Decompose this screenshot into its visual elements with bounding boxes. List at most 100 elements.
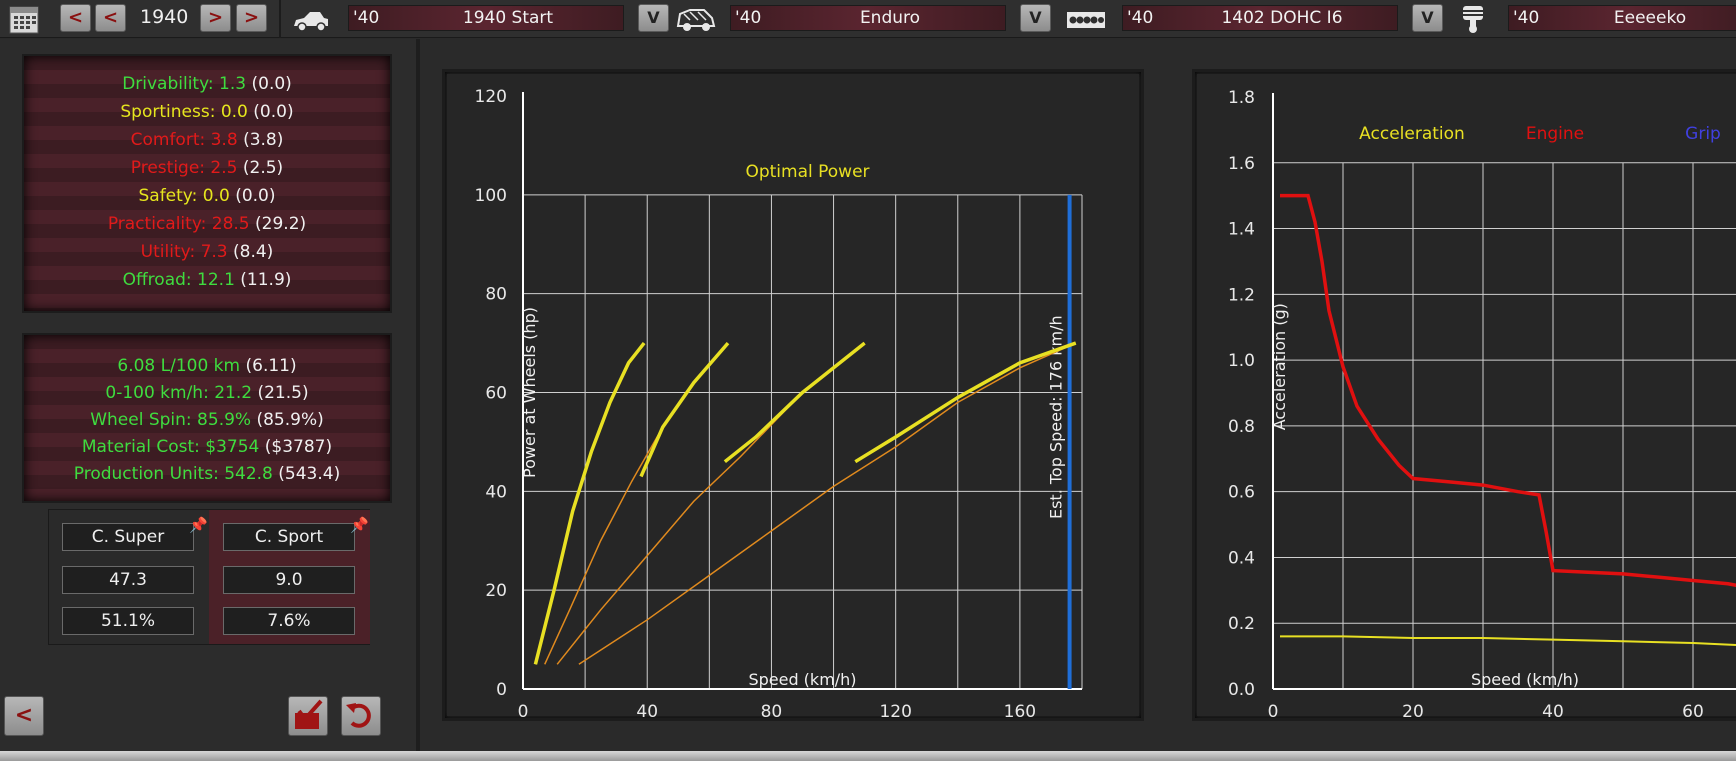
ratings-box: Drivability: 1.3 (0.0) Sportiness: 0.0 (0… xyxy=(22,54,392,313)
legend-entry: Grip xyxy=(1685,124,1721,144)
stat-value: Safety: 0.0 xyxy=(138,186,230,206)
x-tick-label: 160 xyxy=(1004,702,1036,718)
piston-icon xyxy=(1460,4,1486,34)
bottom-scroll-strip xyxy=(0,751,1736,761)
variant-selector[interactable]: '40 Eeeeeko xyxy=(1508,5,1736,31)
y-tick-label: 1.2 xyxy=(1228,285,1255,305)
y-tick-label: 1.6 xyxy=(1228,154,1255,174)
checkmark-clipboard-icon xyxy=(295,699,323,729)
pin-icon[interactable]: 📌 xyxy=(350,516,369,534)
variant-name: Eeeeeko xyxy=(1613,8,1687,28)
stat-base: (6.11) xyxy=(245,356,297,376)
stat-line: Offroad: 12.1 (11.9) xyxy=(24,269,390,291)
market-score-2: 9.0 xyxy=(223,566,355,594)
y-tick-label: 0.6 xyxy=(1228,483,1255,503)
stat-base: (8.4) xyxy=(233,242,274,262)
market-share-1: 51.1% xyxy=(62,607,194,635)
stat-line: Comfort: 3.8 (3.8) xyxy=(24,129,390,151)
y-tick-label: 0.0 xyxy=(1228,680,1255,700)
performance-box: 6.08 L/100 km (6.11) 0-100 km/h: 21.2 (21… xyxy=(22,333,392,503)
stat-line: Utility: 7.3 (8.4) xyxy=(24,241,390,263)
y-tick-label: 0.8 xyxy=(1228,417,1255,437)
undo-button[interactable] xyxy=(341,696,381,736)
calendar-icon[interactable] xyxy=(8,3,40,35)
x-tick-label: 80 xyxy=(761,702,783,718)
stat-base: (29.2) xyxy=(255,214,307,234)
trim-year: '40 xyxy=(735,8,762,28)
model-selector[interactable]: '40 1940 Start xyxy=(348,5,624,31)
stat-line: Safety: 0.0 (0.0) xyxy=(24,185,390,207)
chart-title: Optimal Power xyxy=(745,162,869,182)
x-tick-label: 120 xyxy=(879,702,911,718)
car-model-icon xyxy=(292,8,330,34)
stat-value: Prestige: 2.5 xyxy=(130,158,238,178)
engine-year: '40 xyxy=(1127,8,1154,28)
market-name-2: C. Sport xyxy=(223,523,355,551)
x-axis-label: Speed (km/h) xyxy=(1471,670,1579,689)
stat-base: (11.9) xyxy=(240,270,292,290)
y-tick-label: 20 xyxy=(485,581,507,601)
stat-line: 0-100 km/h: 21.2 (21.5) xyxy=(24,382,390,404)
x-tick-label: 40 xyxy=(636,702,658,718)
engine-dropdown-button[interactable]: V xyxy=(1412,4,1443,32)
pin-icon[interactable]: 📌 xyxy=(189,516,208,534)
year-prev-step-button[interactable]: < xyxy=(95,4,126,32)
y-axis-label: Acceleration (g) xyxy=(1270,303,1289,430)
year-display: 1940 xyxy=(140,6,189,28)
market-name-1: C. Super xyxy=(62,523,194,551)
stat-line: Sportiness: 0.0 (0.0) xyxy=(24,101,390,123)
acceleration-chart-panel: 0.0 0.2 0.4 0.6 0.8 1.0 1.2 1.4 1.6 1.8 0 20 40 60 Spe… xyxy=(1192,69,1736,722)
confirm-design-button[interactable] xyxy=(288,696,328,736)
stat-base: (3.8) xyxy=(243,130,284,150)
x-axis-label: Speed (km/h) xyxy=(748,670,856,689)
stat-line: Prestige: 2.5 (2.5) xyxy=(24,157,390,179)
market-share-2: 7.6% xyxy=(223,607,355,635)
market-demographics: C. Super 📌 47.3 51.1% C. Sport 📌 9.0 7.6… xyxy=(48,509,370,645)
y-tick-label: 1.4 xyxy=(1228,220,1255,240)
stat-value: Utility: 7.3 xyxy=(140,242,228,262)
stat-base: (0.0) xyxy=(253,102,294,122)
stat-value: Drivability: 1.3 xyxy=(122,74,247,94)
stat-line: Practicality: 28.5 (29.2) xyxy=(24,213,390,235)
y-tick-label: 60 xyxy=(485,384,507,404)
stat-line: 6.08 L/100 km (6.11) xyxy=(24,355,390,377)
x-tick-label: 20 xyxy=(1402,702,1424,718)
trim-selector[interactable]: '40 Enduro xyxy=(730,5,1006,31)
x-tick-label: 40 xyxy=(1542,702,1564,718)
stat-line: Drivability: 1.3 (0.0) xyxy=(24,73,390,95)
model-name: 1940 Start xyxy=(462,8,554,28)
y-tick-label: 120 xyxy=(475,87,507,107)
stat-value: 0-100 km/h: 21.2 xyxy=(105,383,253,403)
y-tick-label: 1.8 xyxy=(1228,88,1255,108)
model-year: '40 xyxy=(353,8,380,28)
toolbar-divider xyxy=(279,0,281,38)
acceleration-chart: 0.0 0.2 0.4 0.6 0.8 1.0 1.2 1.4 1.6 1.8 0 20 40 60 Spe… xyxy=(1197,74,1736,722)
year-next-step-button[interactable]: > xyxy=(200,4,231,32)
back-button[interactable]: < xyxy=(4,696,44,736)
market-score-1: 47.3 xyxy=(62,566,194,594)
engine-selector[interactable]: '40 1402 DOHC I6 xyxy=(1122,5,1398,31)
engine-block-icon xyxy=(1066,10,1106,30)
engine-name: 1402 DOHC I6 xyxy=(1221,8,1343,28)
year-prev-button[interactable]: < xyxy=(60,4,91,32)
stat-base: ($3787) xyxy=(264,437,333,457)
y-tick-label: 0 xyxy=(496,680,507,700)
model-dropdown-button[interactable]: V xyxy=(638,4,669,32)
y-tick-label: 40 xyxy=(485,482,507,502)
x-tick-label: 60 xyxy=(1682,702,1704,718)
stat-value: Production Units: 542.8 xyxy=(73,464,273,484)
year-next-button[interactable]: > xyxy=(236,4,267,32)
y-tick-label: 80 xyxy=(485,285,507,305)
stat-line: Wheel Spin: 85.9% (85.9%) xyxy=(24,409,390,431)
car-body-icon xyxy=(676,6,716,34)
y-tick-label: 100 xyxy=(475,186,507,206)
stat-value: Material Cost: $3754 xyxy=(81,437,260,457)
stat-value: Practicality: 28.5 xyxy=(107,214,250,234)
left-stats-panel: Drivability: 1.3 (0.0) Sportiness: 0.0 (0… xyxy=(0,39,420,751)
stat-base: (2.5) xyxy=(242,158,284,178)
trim-dropdown-button[interactable]: V xyxy=(1020,4,1051,32)
x-tick-label: 0 xyxy=(1268,702,1279,718)
trim-name: Enduro xyxy=(859,8,921,28)
stat-value: Sportiness: 0.0 xyxy=(120,102,248,122)
power-chart: 0 20 40 60 80 100 120 0 40 80 120 160 Optimal Power S… xyxy=(447,74,1139,722)
